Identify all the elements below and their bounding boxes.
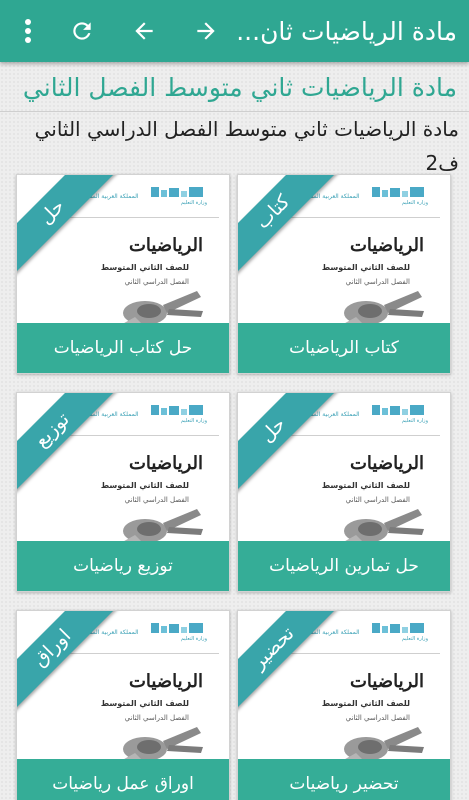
cover-term: الفصل الدراسي الثاني <box>124 496 189 504</box>
ministry-logo: وزارة التعليم <box>366 185 428 211</box>
page-heading: مادة الرياضيات ثاني متوسط الفصل الثاني <box>22 73 457 102</box>
cover-title: الرياضيات <box>349 453 424 474</box>
cover-title: الرياضيات <box>128 235 203 256</box>
cover-grade: للصف الثاني المتوسط <box>100 263 189 272</box>
card-label: كتاب الرياضيات <box>238 323 450 373</box>
arrow-right-icon[interactable] <box>182 0 230 62</box>
arrow-left-icon[interactable] <box>120 0 168 62</box>
cover-rule <box>53 435 219 436</box>
cover-term: الفصل الدراسي الثاني <box>345 278 410 286</box>
cover-ministry-text: وزارة التعليم <box>401 418 428 424</box>
cover-art-illustration <box>120 509 203 543</box>
book-cover-image: المملكة العربية السعودية وزارة التعليم ا… <box>238 611 450 761</box>
ministry-logo: وزارة التعليم <box>145 185 207 211</box>
cover-art-illustration <box>120 291 203 325</box>
cover-kingdom-text: المملكة العربية السعودية <box>298 411 360 418</box>
book-card[interactable]: المملكة العربية السعودية وزارة التعليم ا… <box>237 392 451 592</box>
cover-kingdom-text: المملكة العربية السعودية <box>77 629 139 636</box>
card-label: توزيع رياضيات <box>17 541 229 591</box>
book-cover-image: المملكة العربية السعودية وزارة التعليم ا… <box>238 393 450 543</box>
card-label: حل كتاب الرياضيات <box>17 323 229 373</box>
book-cover-image: المملكة العربية السعودية وزارة التعليم ا… <box>17 611 229 761</box>
ministry-logo: وزارة التعليم <box>366 621 428 647</box>
cover-kingdom-text: المملكة العربية السعودية <box>298 193 360 200</box>
cover-art-illustration <box>341 291 424 325</box>
cover-grade: للصف الثاني المتوسط <box>100 699 189 708</box>
cover-rule <box>274 435 440 436</box>
cover-ministry-text: وزارة التعليم <box>180 418 207 424</box>
cover-grade: للصف الثاني المتوسط <box>100 481 189 490</box>
book-cover-image: المملكة العربية السعودية وزارة التعليم ا… <box>17 175 229 325</box>
app-bar: مادة الرياضيات ثان... <box>0 0 469 62</box>
cover-grade: للصف الثاني المتوسط <box>321 699 410 708</box>
cover-term: الفصل الدراسي الثاني <box>345 714 410 722</box>
cover-term: الفصل الدراسي الثاني <box>124 278 189 286</box>
refresh-icon[interactable] <box>58 0 106 62</box>
ministry-logo: وزارة التعليم <box>145 403 207 429</box>
cover-term: الفصل الدراسي الثاني <box>345 496 410 504</box>
cover-ministry-text: وزارة التعليم <box>401 636 428 642</box>
cover-ministry-text: وزارة التعليم <box>180 636 207 642</box>
app-title: مادة الرياضيات ثان... <box>236 16 457 46</box>
cover-kingdom-text: المملكة العربية السعودية <box>77 193 139 200</box>
cover-title: الرياضيات <box>128 671 203 692</box>
cover-rule <box>274 653 440 654</box>
book-card[interactable]: المملكة العربية السعودية وزارة التعليم ا… <box>16 392 230 592</box>
cover-title: الرياضيات <box>349 235 424 256</box>
cover-term: الفصل الدراسي الثاني <box>124 714 189 722</box>
page-subheading: مادة الرياضيات ثاني متوسط الفصل الدراسي … <box>34 117 459 175</box>
card-label: اوراق عمل رياضيات <box>17 759 229 800</box>
cover-ministry-text: وزارة التعليم <box>401 200 428 206</box>
book-card[interactable]: المملكة العربية السعودية وزارة التعليم ا… <box>237 610 451 800</box>
book-card[interactable]: المملكة العربية السعودية وزارة التعليم ا… <box>16 174 230 374</box>
cover-title: الرياضيات <box>349 671 424 692</box>
cover-rule <box>53 653 219 654</box>
book-cover-image: المملكة العربية السعودية وزارة التعليم ا… <box>17 393 229 543</box>
book-card[interactable]: المملكة العربية السعودية وزارة التعليم ا… <box>16 610 230 800</box>
cover-title: الرياضيات <box>128 453 203 474</box>
card-label: تحضير رياضيات <box>238 759 450 800</box>
more-vert-icon[interactable] <box>8 0 48 62</box>
cover-ministry-text: وزارة التعليم <box>180 200 207 206</box>
cover-art-illustration <box>120 727 203 761</box>
cover-art-illustration <box>341 509 424 543</box>
cover-grade: للصف الثاني المتوسط <box>321 481 410 490</box>
cover-art-illustration <box>341 727 424 761</box>
card-label: حل تمارين الرياضيات <box>238 541 450 591</box>
cover-rule <box>274 217 440 218</box>
ministry-logo: وزارة التعليم <box>145 621 207 647</box>
book-card[interactable]: المملكة العربية السعودية وزارة التعليم ا… <box>237 174 451 374</box>
cover-kingdom-text: المملكة العربية السعودية <box>298 629 360 636</box>
cover-rule <box>53 217 219 218</box>
cover-kingdom-text: المملكة العربية السعودية <box>77 411 139 418</box>
cover-grade: للصف الثاني المتوسط <box>321 263 410 272</box>
ministry-logo: وزارة التعليم <box>366 403 428 429</box>
book-cover-image: المملكة العربية السعودية وزارة التعليم ا… <box>238 175 450 325</box>
